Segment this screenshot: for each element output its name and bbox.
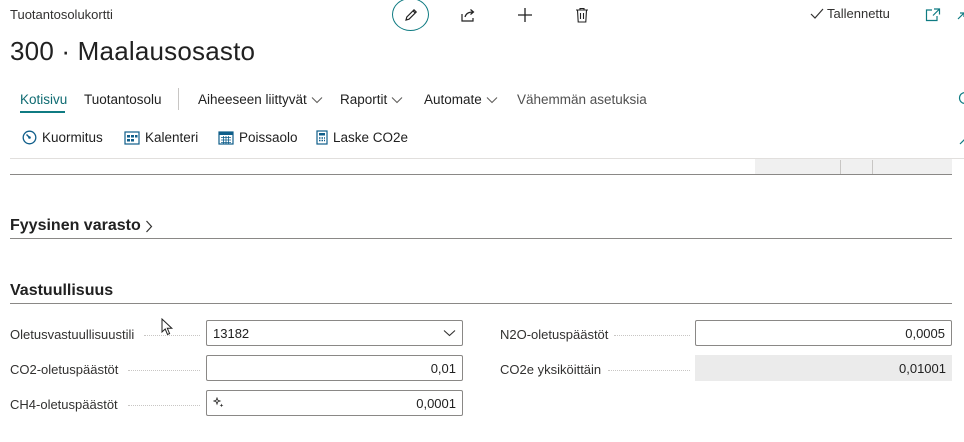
co2-default-label: CO2-oletuspäästöt bbox=[10, 362, 119, 377]
n2o-default-label: N2O-oletuspäästöt bbox=[500, 327, 609, 342]
plus-icon bbox=[518, 8, 532, 22]
search-icon bbox=[958, 91, 964, 105]
kalenteri-button[interactable]: Kalenteri bbox=[124, 130, 198, 145]
co2e-per-unit-value: 0,01001 bbox=[899, 360, 946, 376]
load-gauge-icon bbox=[22, 130, 37, 145]
field-leader-dots bbox=[128, 405, 200, 406]
active-tab-indicator bbox=[20, 111, 65, 113]
saved-status: Tallennettu bbox=[810, 6, 890, 21]
n2o-default-input[interactable]: 0,0005 bbox=[695, 320, 952, 346]
tab-raportit[interactable]: Raportit bbox=[340, 92, 403, 107]
action-bar: Kuormitus Kalenteri Poissaolo Laske CO2e bbox=[0, 124, 964, 154]
partial-column-divider bbox=[840, 160, 841, 174]
tab-aiheeseen-liittyvat[interactable]: Aiheeseen liittyvät bbox=[198, 92, 323, 107]
chevron-right-icon bbox=[145, 220, 153, 232]
co2e-per-unit-label: CO2e yksiköittäin bbox=[500, 362, 602, 377]
ch4-default-value: 0,0001 bbox=[416, 395, 456, 411]
field-leader-dots bbox=[614, 335, 690, 336]
kalenteri-label: Kalenteri bbox=[145, 130, 199, 145]
section-divider bbox=[10, 238, 952, 239]
search-button[interactable] bbox=[957, 91, 964, 107]
co2-default-value: 0,01 bbox=[430, 360, 456, 376]
previous-section-divider bbox=[10, 174, 952, 175]
default-sust-account-label: Oletusvastuullisuustili bbox=[10, 327, 135, 342]
saved-label: Tallennettu bbox=[827, 6, 890, 21]
show-less-button[interactable]: Vähemmän asetuksia bbox=[517, 92, 647, 107]
trash-icon bbox=[576, 7, 588, 23]
tab-automate-label: Automate bbox=[424, 92, 482, 107]
poissaolo-button[interactable]: Poissaolo bbox=[218, 130, 298, 145]
pencil-icon bbox=[404, 8, 417, 21]
co2-default-input[interactable]: 0,01 bbox=[206, 355, 463, 381]
collapse-button[interactable] bbox=[955, 8, 964, 22]
tab-automate[interactable]: Automate bbox=[424, 92, 498, 107]
sparkle-icon bbox=[213, 397, 224, 408]
open-new-window-button[interactable] bbox=[915, 0, 951, 30]
pin-button[interactable] bbox=[958, 132, 964, 146]
new-button[interactable] bbox=[507, 0, 543, 30]
default-sust-account-select[interactable]: 13182 bbox=[206, 320, 463, 346]
laske-co2e-button[interactable]: Laske CO2e bbox=[316, 130, 408, 145]
share-button[interactable] bbox=[450, 0, 486, 30]
tab-kotisivu-label: Kotisivu bbox=[20, 92, 68, 107]
chevron-down-icon bbox=[443, 330, 456, 337]
calendar-icon bbox=[124, 130, 140, 145]
chevron-down-icon bbox=[391, 96, 403, 103]
partial-column-divider bbox=[872, 160, 873, 174]
chevron-down-icon bbox=[311, 96, 323, 103]
tab-aiheeseen-liittyvat-label: Aiheeseen liittyvät bbox=[198, 92, 307, 107]
section-fyysinen-varasto-title: Fyysinen varasto bbox=[10, 217, 141, 234]
field-leader-dots bbox=[608, 370, 690, 371]
laske-co2e-label: Laske CO2e bbox=[333, 130, 409, 145]
calculator-icon bbox=[316, 130, 328, 145]
partial-table-header bbox=[755, 159, 952, 174]
pin-icon bbox=[959, 139, 964, 145]
co2e-per-unit-value-box: 0,01001 bbox=[695, 355, 952, 381]
tab-tuotantosolu-label: Tuotantosolu bbox=[84, 92, 162, 107]
field-leader-dots bbox=[128, 370, 200, 371]
show-less-label: Vähemmän asetuksia bbox=[517, 92, 647, 107]
section-divider bbox=[10, 303, 952, 304]
delete-button[interactable] bbox=[564, 0, 600, 30]
page-title: 300 · Maalausosasto bbox=[10, 36, 256, 66]
tab-tuotantosolu[interactable]: Tuotantosolu bbox=[84, 92, 162, 107]
breadcrumb: Tuotantosolukortti bbox=[10, 7, 113, 22]
section-fyysinen-varasto[interactable]: Fyysinen varasto bbox=[10, 217, 153, 235]
share-icon bbox=[460, 8, 474, 22]
mouse-cursor-icon bbox=[161, 318, 174, 336]
default-sust-account-value: 13182 bbox=[213, 325, 250, 341]
chevron-down-icon bbox=[486, 96, 498, 103]
n2o-default-value: 0,0005 bbox=[905, 325, 945, 341]
ch4-default-input[interactable]: 0,0001 bbox=[206, 390, 463, 416]
nav-divider bbox=[178, 88, 179, 110]
poissaolo-label: Poissaolo bbox=[239, 130, 298, 145]
absence-calendar-icon bbox=[218, 130, 234, 145]
action-tabs: Kotisivu Tuotantosolu Aiheeseen liittyvä… bbox=[0, 88, 964, 113]
section-vastuullisuus[interactable]: Vastuullisuus bbox=[10, 282, 113, 300]
kuormitus-button[interactable]: Kuormitus bbox=[22, 130, 103, 145]
kuormitus-label: Kuormitus bbox=[42, 130, 103, 145]
tab-kotisivu[interactable]: Kotisivu bbox=[20, 92, 67, 107]
open-in-new-window-icon bbox=[925, 8, 941, 22]
checkmark-icon bbox=[810, 8, 824, 19]
expand-arrows-icon bbox=[957, 12, 964, 20]
edit-button[interactable] bbox=[392, 0, 429, 31]
ch4-default-label: CH4-oletuspäästöt bbox=[10, 397, 118, 412]
section-vastuullisuus-title: Vastuullisuus bbox=[10, 282, 114, 299]
tab-raportit-label: Raportit bbox=[340, 92, 388, 107]
